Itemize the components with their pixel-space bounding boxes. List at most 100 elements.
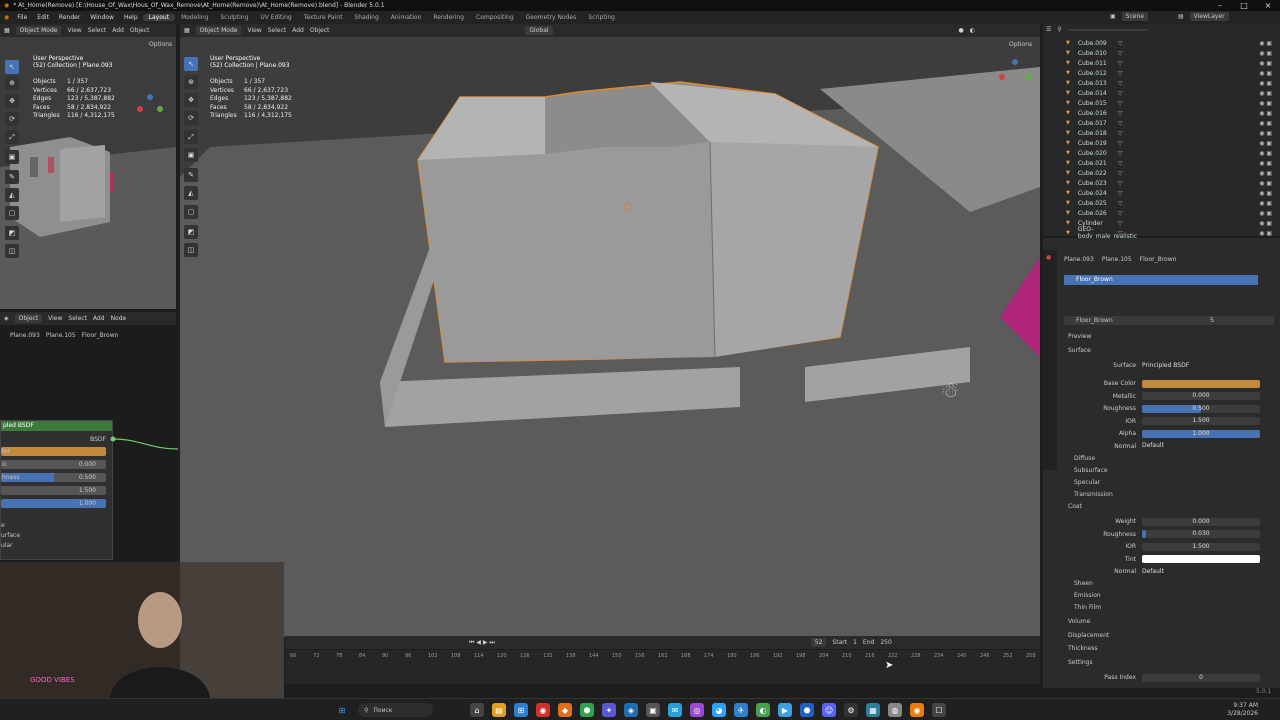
subsection-transmission[interactable]: Transmission [1074,491,1113,498]
workspace-tab-sculpting[interactable]: Sculpting [214,14,254,21]
current-frame[interactable]: 52 [810,638,827,647]
section-displacement[interactable]: Displacement [1068,632,1109,639]
subsection-thin-film[interactable]: Thin Film [1074,604,1101,611]
taskbar-app-icon[interactable]: ⊞ [514,703,528,717]
outliner-item[interactable]: ▼ Cube.017 ▽ ◉ ▣ [1066,118,1276,128]
outliner-item[interactable]: ▼ GEO-body_male_realistic ▽ ◉ ▣ [1066,226,1276,240]
taskbar-app-icon[interactable]: ◍ [888,703,902,717]
visibility-icon[interactable]: ◉ ▣ [1259,170,1272,177]
coat-input-value[interactable]: 0.030 [1142,530,1260,538]
taskbar-app-icon[interactable]: ⬢ [580,703,594,717]
pass-index-value[interactable]: 0 [1142,673,1260,682]
toolbar-tool-icon[interactable]: ⟳ [5,112,19,126]
surface-value[interactable]: Principled BSDF [1142,362,1189,369]
taskbar-app-icon[interactable]: ✉ [668,703,682,717]
filter-icon[interactable]: ⚲ [1057,26,1061,33]
visibility-icon[interactable]: ◉ ▣ [1259,140,1272,147]
main-menu-select[interactable]: Select [268,27,287,34]
maximize-icon[interactable]: □ [1232,0,1256,11]
main-options[interactable]: Options [1009,41,1032,48]
taskbar-app-icon[interactable]: ▶ [778,703,792,717]
viewlayer-selector[interactable]: ViewLayer [1189,12,1229,21]
toolbar-tool-icon[interactable]: ◫ [5,244,19,258]
section-thickness[interactable]: Thickness [1068,645,1098,652]
toolbar-tool-icon[interactable]: ◫ [184,243,198,257]
clock[interactable]: 9:37 AM 3/28/2026 [1227,702,1258,718]
section-volume[interactable]: Volume [1068,618,1090,625]
menu-render[interactable]: Render [54,14,85,21]
visibility-icon[interactable]: ◉ ▣ [1259,80,1272,87]
node-socket-row[interactable]: ic 0.000 [1,460,106,469]
node-menu-select[interactable]: Select [68,315,87,322]
visibility-icon[interactable]: ◉ ▣ [1259,90,1272,97]
taskbar-app-icon[interactable]: ▦ [866,703,880,717]
node-menu-add[interactable]: Add [93,315,105,322]
toolbar-tool-icon[interactable]: ⤢ [5,130,19,144]
main-menu-view[interactable]: View [247,27,261,34]
coat-input-value[interactable]: 0.000 [1142,517,1260,526]
material-tab-icon[interactable]: ● [1046,254,1054,261]
toolbar-tool-icon[interactable]: ▣ [184,148,198,162]
outliner-item[interactable]: ▼ Cube.023 ▽ ◉ ▣ [1066,178,1276,188]
toolbar-tool-icon[interactable]: ↖ [5,60,19,74]
mode-selector[interactable]: Object Mode [15,26,62,35]
coat-input-value[interactable]: 1.500 [1142,542,1260,551]
preview-section[interactable]: Preview [1068,333,1091,340]
subsection-emission[interactable]: Emission [1074,592,1101,599]
outliner-item[interactable]: ▼ Cube.022 ▽ ◉ ▣ [1066,168,1276,178]
toolbar-tool-icon[interactable]: ✥ [184,93,198,107]
menu-view[interactable]: View [67,27,81,34]
outliner-item[interactable]: ▼ Cube.016 ▽ ◉ ▣ [1066,108,1276,118]
workspace-tab-compositing[interactable]: Compositing [470,14,520,21]
toolbar-tool-icon[interactable]: ✎ [5,170,19,184]
taskbar-app-icon[interactable]: ☺ [822,703,836,717]
scene-selector[interactable]: Scene [1121,12,1148,21]
visibility-icon[interactable]: ◉ ▣ [1259,120,1272,127]
workspace-tab-rendering[interactable]: Rendering [427,14,470,21]
visibility-icon[interactable]: ◉ ▣ [1259,220,1272,227]
taskbar-app-icon[interactable]: ◐ [756,703,770,717]
toolbar-tool-icon[interactable]: ◩ [184,225,198,239]
taskbar-app-icon[interactable]: ☐ [932,703,946,717]
outliner-item[interactable]: ▼ Cube.015 ▽ ◉ ▣ [1066,98,1276,108]
node-menu-view[interactable]: View [48,315,62,322]
bsdf-node[interactable]: pled BSDF BSDF lor ic 0.000 hness 0.500 1.500… [0,420,113,560]
section-settings[interactable]: Settings [1068,659,1093,666]
node-editor-type-icon[interactable]: ◈ [4,315,9,322]
menu-help[interactable]: Help [119,14,143,21]
workspace-tab-layout[interactable]: Layout [142,14,176,21]
workspace-tab-shading[interactable]: Shading [348,14,384,21]
taskbar-app-icon[interactable]: ⌂ [470,703,484,717]
material-slot-item[interactable]: Floor_Brown [1064,275,1258,285]
workspace-tab-geometry-nodes[interactable]: Geometry Nodes [520,14,583,21]
taskbar-app-icon[interactable]: ▣ [646,703,660,717]
main-menu-object[interactable]: Object [310,27,330,34]
transform-orientation[interactable]: Global [525,26,553,35]
taskbar-app-icon[interactable]: ◉ [536,703,550,717]
visibility-icon[interactable]: ◉ ▣ [1259,130,1272,137]
menu-add[interactable]: Add [112,27,124,34]
shading-solid-icon[interactable]: ● [959,27,964,34]
bsdf-input-value[interactable]: 1.000 [1142,429,1260,438]
outliner-item[interactable]: ▼ Cube.026 ▽ ◉ ▣ [1066,208,1276,218]
subsection-diffuse[interactable]: Diffuse [1074,455,1095,462]
workspace-tab-animation[interactable]: Animation [385,14,428,21]
workspace-tab-modeling[interactable]: Modeling [175,14,214,21]
toolbar-tool-icon[interactable]: ⟳ [184,111,198,125]
visibility-icon[interactable]: ◉ ▣ [1259,40,1272,47]
menu-select[interactable]: Select [88,27,107,34]
workspace-tab-uv-editing[interactable]: UV Editing [254,14,297,21]
editor-type-icon[interactable]: ▦ [4,27,10,34]
taskbar-app-icon[interactable]: ◕ [712,703,726,717]
coat-input-value[interactable]: Default [1142,568,1260,576]
node-socket-row[interactable]: lor [1,447,106,456]
outliner-item[interactable]: ▼ Cube.010 ▽ ◉ ▣ [1066,48,1276,58]
taskbar-app-icon[interactable]: ◈ [624,703,638,717]
shading-material-icon[interactable]: ◐ [970,27,975,34]
timeline[interactable]: 66 72 78 84 90 96 102 108 114 120 126 132 138 144 150 1… [285,650,1040,684]
outliner-item[interactable]: ▼ Cube.024 ▽ ◉ ▣ [1066,188,1276,198]
outliner-item[interactable]: ▼ Cube.021 ▽ ◉ ▣ [1066,158,1276,168]
taskbar-app-icon[interactable]: ⚙ [844,703,858,717]
outliner-item[interactable]: ▼ Cube.018 ▽ ◉ ▣ [1066,128,1276,138]
workspace-tab-texture-paint[interactable]: Texture Paint [298,14,349,21]
